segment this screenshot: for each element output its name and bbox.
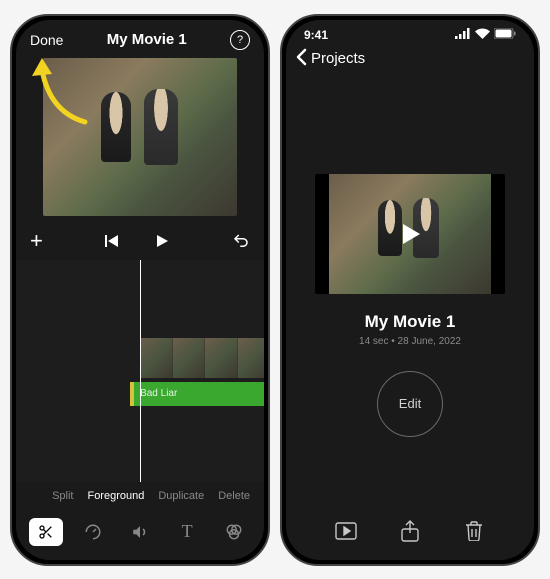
edit-button[interactable]: Edit xyxy=(377,371,443,437)
back-button[interactable]: Projects xyxy=(286,44,534,78)
plus-icon[interactable]: + xyxy=(30,228,43,254)
split-button[interactable]: Split xyxy=(52,490,73,502)
scissors-icon[interactable] xyxy=(29,518,63,546)
project-detail-screen: 9:41 Projects xyxy=(280,14,540,566)
done-button[interactable]: Done xyxy=(30,32,63,48)
share-icon[interactable] xyxy=(399,520,421,542)
editor-header: Done My Movie 1 ? xyxy=(16,20,264,56)
wifi-icon xyxy=(475,28,490,42)
clip-thumbnail[interactable] xyxy=(238,338,265,378)
timeline[interactable]: Bad Liar xyxy=(16,260,264,482)
video-preview[interactable] xyxy=(43,58,237,216)
project-summary: My Movie 1 14 sec • 28 June, 2022 Edit xyxy=(286,78,534,508)
chevron-left-icon xyxy=(296,48,307,70)
playhead[interactable] xyxy=(140,260,141,482)
project-action-bar xyxy=(286,508,534,560)
duplicate-button[interactable]: Duplicate xyxy=(158,490,204,502)
transport-bar: + xyxy=(16,222,264,260)
clip-thumbnail[interactable] xyxy=(140,338,173,378)
project-thumbnail[interactable] xyxy=(315,174,505,294)
undo-icon[interactable] xyxy=(232,232,250,250)
clip-action-bar: Split Foreground Duplicate Delete xyxy=(16,482,264,510)
clip-thumbnail[interactable] xyxy=(205,338,238,378)
project-title: My Movie 1 xyxy=(365,312,456,332)
play-icon[interactable] xyxy=(154,233,170,249)
video-track[interactable] xyxy=(140,338,264,378)
help-icon[interactable]: ? xyxy=(230,30,250,50)
clip-thumbnail[interactable] xyxy=(173,338,206,378)
back-label: Projects xyxy=(311,50,365,67)
project-title: My Movie 1 xyxy=(107,31,187,48)
speedometer-icon[interactable] xyxy=(76,518,110,546)
editor-viewport: Done My Movie 1 ? + xyxy=(16,20,264,560)
play-overlay-icon[interactable] xyxy=(315,174,505,294)
audio-clip-label: Bad Liar xyxy=(140,388,177,399)
play-outline-icon[interactable] xyxy=(335,520,357,542)
trash-icon[interactable] xyxy=(463,520,485,542)
filters-icon[interactable] xyxy=(217,518,251,546)
project-meta: 14 sec • 28 June, 2022 xyxy=(359,336,461,347)
tool-bar: T xyxy=(16,510,264,560)
skip-back-icon[interactable] xyxy=(104,233,120,249)
audio-clip[interactable]: Bad Liar xyxy=(130,382,264,406)
cellular-signal-icon xyxy=(455,28,471,42)
battery-icon xyxy=(494,28,516,42)
volume-icon[interactable] xyxy=(123,518,157,546)
delete-button[interactable]: Delete xyxy=(218,490,250,502)
editor-screen: Done My Movie 1 ? + xyxy=(10,14,270,566)
status-time: 9:41 xyxy=(304,28,328,42)
status-bar: 9:41 xyxy=(286,20,534,44)
project-viewport: 9:41 Projects xyxy=(286,20,534,560)
foreground-button[interactable]: Foreground xyxy=(87,490,144,502)
text-icon[interactable]: T xyxy=(170,518,204,546)
